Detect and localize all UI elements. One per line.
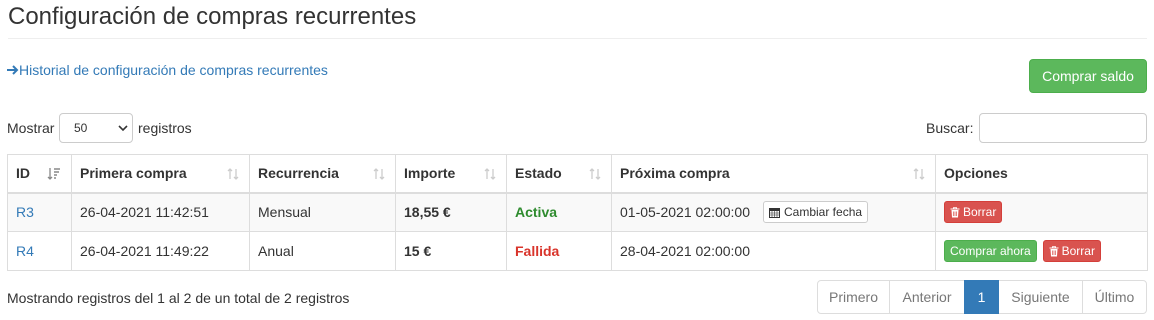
arrow-right-icon — [7, 65, 19, 75]
cell-recurrence: Anual — [249, 231, 396, 271]
status-failed: Fallida — [506, 231, 612, 271]
cell-amount: 18,55 € — [395, 192, 507, 232]
sort-amount-desc-icon — [47, 168, 60, 180]
title-divider — [8, 38, 1147, 39]
search-input[interactable] — [979, 113, 1147, 143]
column-header-options: Opciones — [935, 154, 1148, 194]
page-current[interactable]: 1 — [964, 280, 999, 314]
column-header-label: Opciones — [944, 165, 1008, 182]
pagination: Primero Anterior 1 Siguiente Último — [817, 280, 1147, 314]
sort-icon — [589, 168, 601, 180]
cell-recurrence: Mensual — [249, 192, 396, 232]
cell-next-purchase: 01-05-2021 02:00:00 Cambiar fecha — [611, 192, 936, 232]
table-row: R3 26-04-2021 11:42:51 Mensual 18,55 € A… — [7, 192, 1148, 232]
purchase-id-link[interactable]: R3 — [16, 204, 34, 220]
change-date-button[interactable]: Cambiar fecha — [763, 201, 869, 224]
history-link-label: Historial de configuración de compras re… — [19, 62, 328, 78]
column-header-status[interactable]: Estado — [506, 154, 612, 194]
page-next[interactable]: Siguiente — [998, 280, 1083, 314]
trash-icon — [1049, 245, 1059, 256]
next-purchase-value: 01-05-2021 02:00:00 — [620, 204, 750, 221]
delete-button[interactable]: Borrar — [944, 201, 1003, 224]
page-length-value: 50 — [74, 121, 88, 135]
column-header-next-purchase[interactable]: Próxima compra — [611, 154, 936, 194]
cell-id: R4 — [7, 231, 72, 271]
column-header-id[interactable]: ID — [7, 154, 72, 194]
delete-button[interactable]: Borrar — [1042, 240, 1101, 262]
page-title: Configuración de compras recurrentes — [8, 3, 417, 30]
table-header-row: ID Primera compra Recurrencia Importe Es… — [7, 154, 1148, 194]
column-header-label: Estado — [515, 165, 562, 182]
page-first[interactable]: Primero — [817, 280, 890, 314]
purchase-id-link[interactable]: R4 — [16, 243, 34, 259]
column-header-label: ID — [16, 165, 30, 182]
buy-now-button[interactable]: Comprar ahora — [944, 240, 1037, 262]
column-header-label: Primera compra — [80, 165, 187, 182]
sort-icon — [484, 168, 496, 180]
page-last[interactable]: Último — [1082, 280, 1147, 314]
column-header-label: Recurrencia — [258, 165, 339, 182]
status-active: Activa — [506, 192, 612, 232]
change-date-label: Cambiar fecha — [784, 205, 863, 220]
calendar-icon — [769, 207, 780, 218]
search-label: Buscar: — [926, 120, 974, 136]
sort-icon — [913, 168, 925, 180]
records-label: registros — [138, 120, 192, 136]
delete-label: Borrar — [1061, 244, 1095, 258]
cell-first-purchase: 26-04-2021 11:49:22 — [71, 231, 250, 271]
cell-id: R3 — [7, 192, 72, 232]
cell-first-purchase: 26-04-2021 11:42:51 — [71, 192, 250, 232]
cell-next-purchase: 28-04-2021 02:00:00 — [611, 231, 936, 271]
page-previous[interactable]: Anterior — [889, 280, 965, 314]
column-header-first-purchase[interactable]: Primera compra — [71, 154, 250, 194]
column-header-recurrence[interactable]: Recurrencia — [249, 154, 396, 194]
history-link[interactable]: Historial de configuración de compras re… — [6, 61, 328, 79]
page-length-select[interactable]: 50 — [59, 113, 133, 143]
sort-icon — [227, 168, 239, 180]
show-label: Mostrar — [7, 120, 55, 136]
cell-amount: 15 € — [395, 231, 507, 271]
cell-options: Comprar ahora Borrar — [935, 231, 1148, 271]
column-header-amount[interactable]: Importe — [395, 154, 507, 194]
table-info: Mostrando registros del 1 al 2 de un tot… — [7, 290, 350, 306]
table-row: R4 26-04-2021 11:49:22 Anual 15 € Fallid… — [7, 231, 1148, 271]
column-header-label: Importe — [404, 165, 456, 182]
trash-icon — [950, 206, 960, 218]
column-header-label: Próxima compra — [620, 165, 730, 182]
next-purchase-value: 28-04-2021 02:00:00 — [620, 243, 750, 259]
cell-options: Borrar — [935, 192, 1148, 232]
delete-label: Borrar — [963, 205, 997, 220]
sort-icon — [373, 168, 385, 180]
buy-balance-button[interactable]: Comprar saldo — [1029, 59, 1147, 93]
chevron-down-icon — [118, 125, 128, 132]
purchases-table: ID Primera compra Recurrencia Importe Es… — [7, 154, 1148, 271]
